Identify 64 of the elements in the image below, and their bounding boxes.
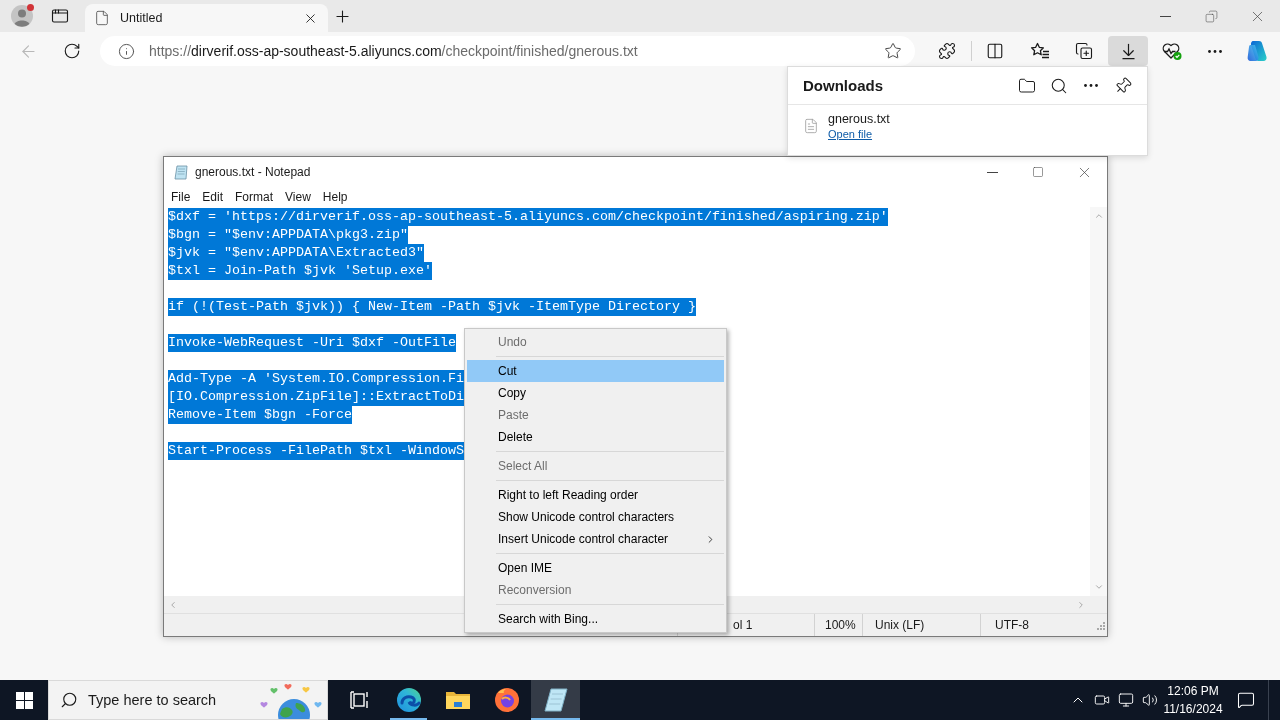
start-grid-icon xyxy=(15,691,33,709)
browser-tab[interactable]: Untitled xyxy=(85,4,328,32)
info-icon xyxy=(118,42,135,60)
menu-item[interactable]: Delete xyxy=(467,426,724,448)
menu-item[interactable]: Copy xyxy=(467,382,724,404)
more-icon xyxy=(1084,84,1098,87)
open-file-link[interactable]: Open file xyxy=(828,128,873,140)
scroll-down-icon xyxy=(1093,582,1104,592)
minimize-icon xyxy=(986,171,998,173)
search-field[interactable]: Type here to search xyxy=(48,680,328,720)
scroll-right-icon xyxy=(1076,599,1086,610)
file-name: gnerous.txt xyxy=(828,112,890,126)
star-icon xyxy=(884,42,902,60)
menu-item[interactable]: Help xyxy=(316,187,354,207)
vertical-scrollbar[interactable] xyxy=(1090,207,1107,596)
menu-item[interactable]: Right to left Reading order xyxy=(467,484,724,506)
menu-item[interactable]: Cut xyxy=(467,360,724,382)
folder-icon xyxy=(1018,76,1036,95)
encoding: UTF-8 xyxy=(995,618,1029,632)
collections-icon xyxy=(1075,42,1093,60)
scroll-up-icon xyxy=(1093,211,1104,221)
volume-icon xyxy=(1142,692,1158,708)
page-icon xyxy=(94,10,110,26)
split-screen-icon xyxy=(986,42,1004,60)
menu-item[interactable]: View xyxy=(279,187,317,207)
menu-item[interactable]: Insert Unicode control character xyxy=(467,528,724,550)
task-view-icon xyxy=(350,691,370,709)
notepad-icon xyxy=(174,164,189,180)
menu-item[interactable]: Format xyxy=(229,187,280,207)
favorites-icon xyxy=(1030,42,1050,60)
puzzle-icon xyxy=(938,42,956,60)
resize-grip-icon xyxy=(1095,620,1105,630)
refresh-icon xyxy=(63,42,81,60)
line-ending: Unix (LF) xyxy=(862,614,980,636)
network-icon xyxy=(1118,692,1134,708)
ribbon-logo-icon xyxy=(1245,39,1269,63)
swirl-app-icon xyxy=(395,687,422,713)
minimize-icon xyxy=(1159,15,1171,17)
menu-item[interactable]: Show Unicode control characters xyxy=(467,506,724,528)
file-icon xyxy=(803,118,819,134)
more-icon xyxy=(1208,49,1222,53)
maximize-icon xyxy=(1032,166,1044,178)
folder-icon xyxy=(444,689,471,711)
menu-item[interactable]: File xyxy=(165,187,197,207)
notepad-icon xyxy=(542,687,569,713)
restore-icon xyxy=(1204,9,1218,23)
search-icon xyxy=(60,691,78,709)
tab-actions-icon xyxy=(51,7,69,25)
camera-icon xyxy=(1094,692,1110,708)
fox-app-icon xyxy=(493,687,520,713)
clock[interactable]: 12:06 PM 11/16/2024 xyxy=(1162,680,1224,720)
window-title: gnerous.txt - Notepad xyxy=(195,165,312,179)
menu-item[interactable]: Edit xyxy=(196,187,230,207)
avatar-icon xyxy=(11,5,33,27)
zoom-level: 100% xyxy=(814,614,862,636)
address-field[interactable]: https://dirverif.oss-ap-southeast-5.aliyuncs.com/checkpoint/finished/gnerous.txt xyxy=(100,36,915,66)
scroll-left-icon xyxy=(168,599,178,610)
search-icon xyxy=(1050,76,1068,95)
menu-item[interactable]: Open IME xyxy=(467,557,724,579)
downloads-button[interactable] xyxy=(1108,36,1148,66)
taskbar-app[interactable] xyxy=(531,680,580,720)
heart-pulse-icon xyxy=(1161,41,1183,61)
notification-icon xyxy=(1237,691,1255,709)
panel-title: Downloads xyxy=(803,77,884,94)
